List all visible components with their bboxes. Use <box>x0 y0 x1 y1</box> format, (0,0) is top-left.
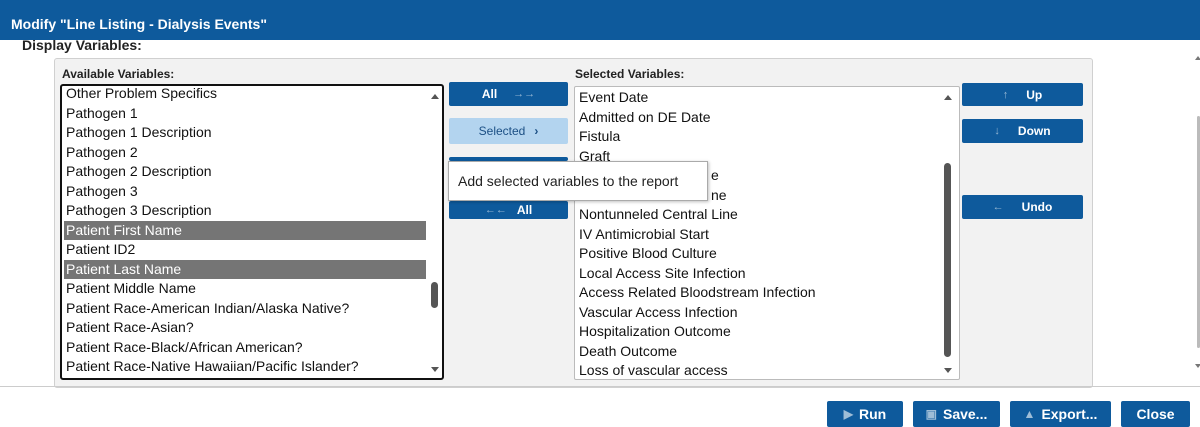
move-down-button[interactable]: ↓ Down <box>962 119 1083 143</box>
run-button[interactable]: ▶ Run <box>827 401 903 427</box>
move-up-button[interactable]: ↑ Up <box>962 83 1083 106</box>
add-selected-label: Selected <box>478 124 526 138</box>
available-variable-item[interactable]: Pathogen 3 Description <box>64 201 426 220</box>
arrow-down-icon: ↓ <box>994 125 1000 137</box>
available-variable-item[interactable]: Patient Race-Black/African American? <box>64 338 426 357</box>
close-label: Close <box>1136 406 1175 422</box>
chevron-right-icon: › <box>534 124 539 138</box>
selected-variable-item[interactable]: Nontunneled Central Line <box>577 205 939 224</box>
tooltip: Add selected variables to the report <box>448 161 708 201</box>
scroll-up-arrow-icon[interactable] <box>1195 56 1200 60</box>
selected-variable-item[interactable]: Hospitalization Outcome <box>577 322 939 341</box>
available-variable-item[interactable]: Pathogen 2 Description <box>64 162 426 181</box>
available-variable-item[interactable]: Pathogen 2 <box>64 143 426 162</box>
export-icon: ▲ <box>1023 407 1036 421</box>
scroll-thumb[interactable] <box>944 163 951 357</box>
run-label: Run <box>859 406 887 422</box>
available-variables-list[interactable]: Other Problem Specifics Pathogen 1 Pathoge… <box>60 84 444 380</box>
selected-variables-list[interactable]: Event Date Admitted on DE Date Fistula Graf… <box>574 86 960 380</box>
scroll-down-arrow-icon[interactable] <box>431 367 439 372</box>
available-variable-item[interactable]: Patient Race-American Indian/Alaska Nati… <box>64 299 426 318</box>
available-variable-item[interactable]: Pathogen 1 Description <box>64 123 426 142</box>
arrow-up-icon: ↑ <box>1002 88 1009 101</box>
add-all-label: All <box>481 87 498 101</box>
selected-variable-item[interactable]: Positive Blood Culture <box>577 244 939 263</box>
add-selected-button[interactable]: Selected › <box>449 118 568 144</box>
scroll-down-arrow-icon[interactable] <box>1195 364 1200 368</box>
available-list-scrollbar[interactable] <box>428 86 442 378</box>
play-icon: ▶ <box>843 407 853 421</box>
selected-list-scrollbar[interactable] <box>941 87 955 379</box>
dialog-title: Modify "Line Listing - Dialysis Events" <box>11 16 267 32</box>
scroll-thumb[interactable] <box>431 282 438 308</box>
remove-all-label: All <box>516 203 533 217</box>
selected-variable-item[interactable]: Local Access Site Infection <box>577 264 939 283</box>
scroll-up-arrow-icon[interactable] <box>944 95 952 100</box>
undo-button[interactable]: ← Undo <box>962 195 1083 219</box>
save-label: Save... <box>942 406 988 422</box>
footer-divider <box>0 386 1200 387</box>
selected-variables-label: Selected Variables: <box>575 67 685 81</box>
export-label: Export... <box>1041 406 1098 422</box>
selected-variable-item[interactable]: Vascular Access Infection <box>577 303 939 322</box>
partial-variable-text: ne <box>711 186 727 203</box>
save-disk-icon: ▣ <box>925 407 937 421</box>
export-button[interactable]: ▲ Export... <box>1010 401 1111 427</box>
available-variable-item[interactable]: Pathogen 1 <box>64 104 426 123</box>
dialog-scrollbar[interactable] <box>1188 50 1200 370</box>
undo-arrow-icon: ← <box>992 201 1004 213</box>
selected-variable-item[interactable]: Fistula <box>577 127 939 146</box>
scroll-up-arrow-icon[interactable] <box>431 94 439 99</box>
available-variable-item[interactable]: Pathogen 3 <box>64 182 426 201</box>
available-variable-item[interactable]: Patient Race-Asian? <box>64 318 426 337</box>
move-down-label: Down <box>1017 124 1051 138</box>
selected-variable-item[interactable]: Death Outcome <box>577 342 939 361</box>
selected-variable-item[interactable]: Admitted on DE Date <box>577 108 939 127</box>
dialog-title-bar: Modify "Line Listing - Dialysis Events" <box>0 0 1200 40</box>
double-arrow-left-icon: ←← <box>484 204 507 216</box>
save-button[interactable]: ▣ Save... <box>913 401 1000 427</box>
available-variable-item[interactable]: Patient First Name <box>64 220 426 240</box>
scroll-down-arrow-icon[interactable] <box>944 368 952 373</box>
available-variable-item[interactable]: Patient Middle Name <box>64 279 426 298</box>
selected-variable-item[interactable]: Access Related Bloodstream Infection <box>577 283 939 302</box>
remove-all-button[interactable]: ←← All <box>449 201 568 219</box>
available-variable-item[interactable]: Patient Race-Native Hawaiian/Pacific Isl… <box>64 357 426 376</box>
double-arrow-right-icon: →→ <box>513 88 536 100</box>
section-heading: Display Variables: <box>22 37 142 53</box>
available-variables-label: Available Variables: <box>62 67 175 81</box>
modify-report-dialog: Modify "Line Listing - Dialysis Events" … <box>0 0 1200 427</box>
selected-variable-item[interactable]: Loss of vascular access <box>577 361 939 379</box>
undo-label: Undo <box>1021 200 1053 214</box>
close-button[interactable]: Close <box>1121 401 1190 427</box>
available-variable-item[interactable]: Patient ID2 <box>64 240 426 259</box>
selected-variable-item[interactable]: IV Antimicrobial Start <box>577 225 939 244</box>
add-all-button[interactable]: All →→ <box>449 82 568 106</box>
available-variable-item[interactable]: Patient Last Name <box>64 259 426 279</box>
partial-variable-text: e <box>711 167 719 183</box>
move-up-label: Up <box>1026 87 1043 102</box>
available-variable-item[interactable]: Other Problem Specifics <box>64 86 426 103</box>
selected-variable-item[interactable]: Event Date <box>577 88 939 107</box>
